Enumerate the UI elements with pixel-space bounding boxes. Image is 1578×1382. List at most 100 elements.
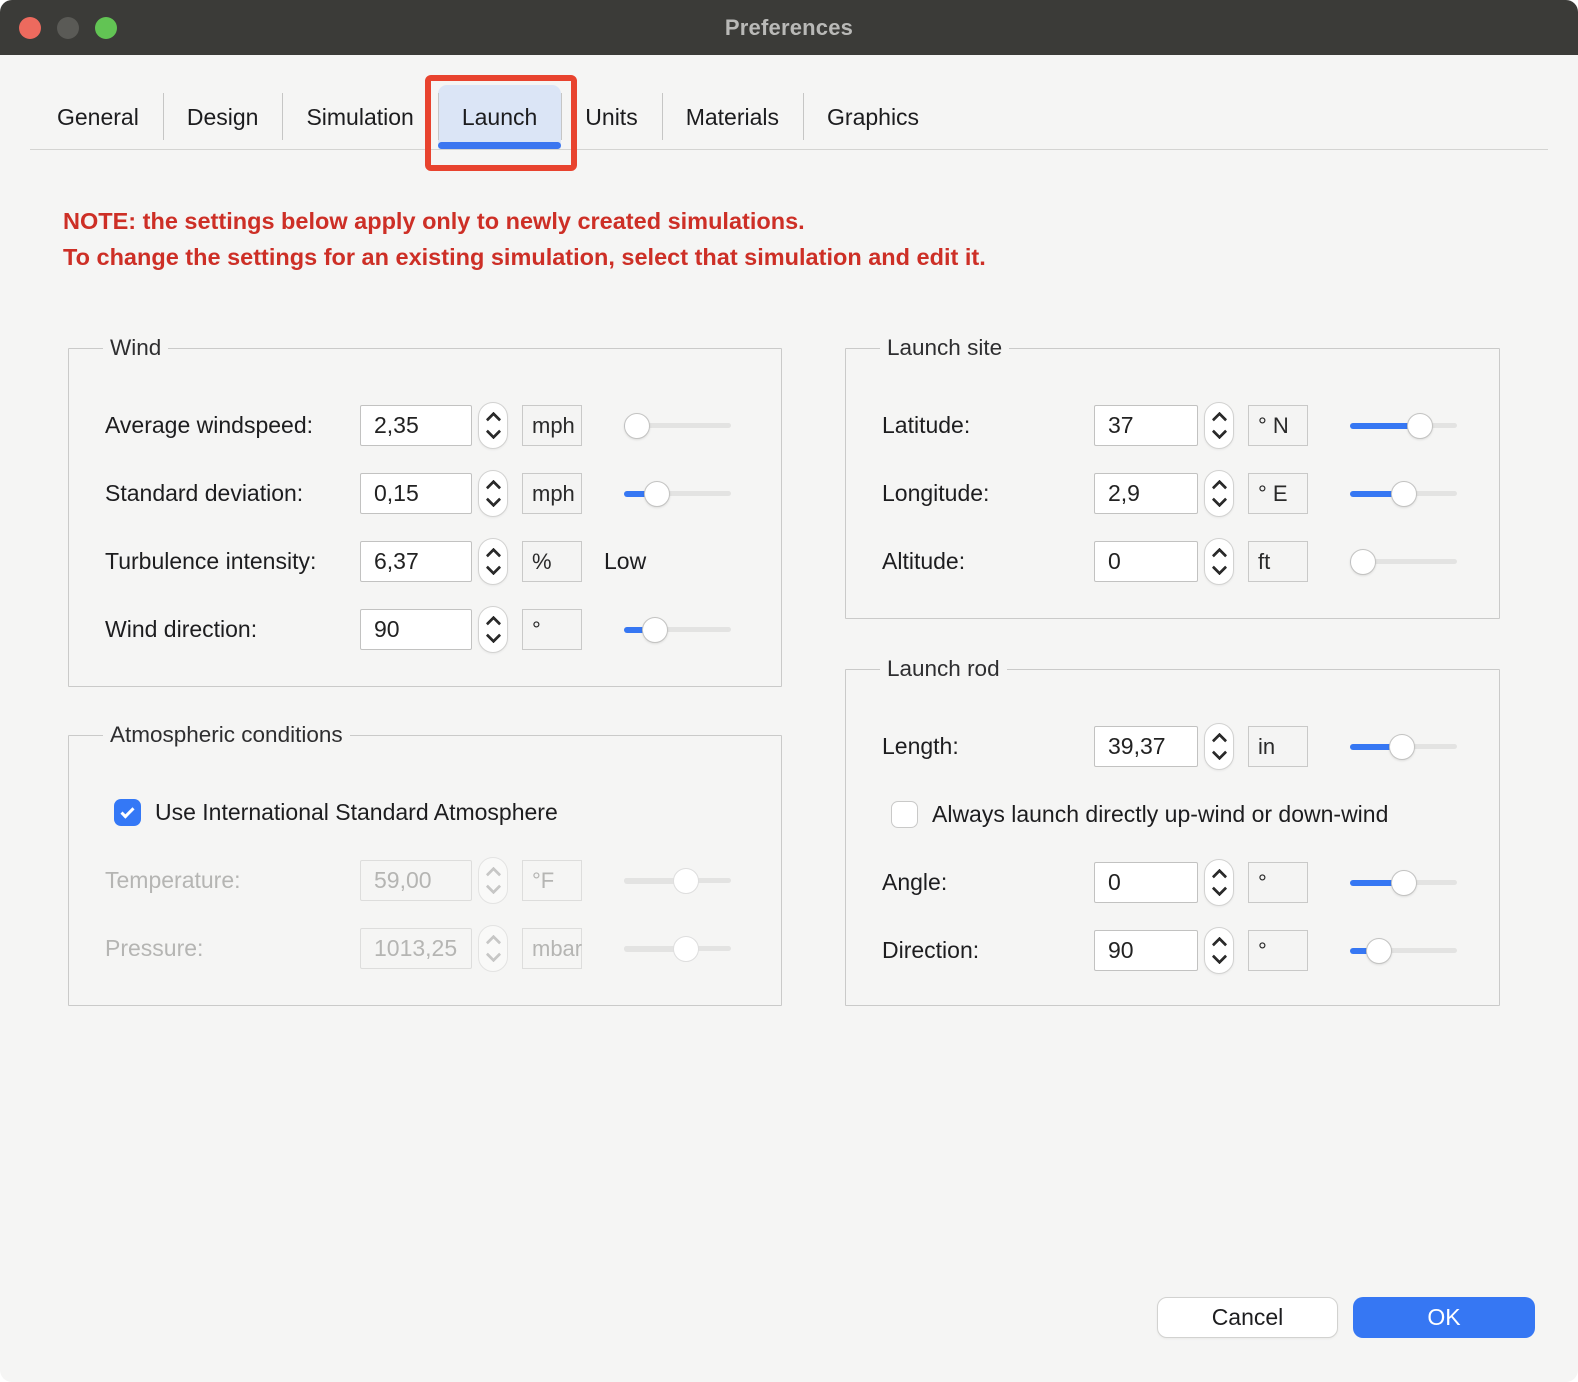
standard-deviation-stepper[interactable] xyxy=(478,470,508,517)
close-window-icon[interactable] xyxy=(19,17,41,39)
stepper-down-icon xyxy=(485,879,501,895)
slider-thumb[interactable] xyxy=(1389,734,1415,760)
average-windspeed-input[interactable] xyxy=(360,405,472,446)
rod-length-row: Length: in xyxy=(882,726,1471,767)
pressure-label: Pressure: xyxy=(105,935,360,962)
upwind-downwind-checkbox[interactable] xyxy=(891,801,918,828)
stepper-down-icon[interactable] xyxy=(1211,560,1227,576)
rod-angle-slider[interactable] xyxy=(1350,862,1457,903)
wind-direction-slider[interactable] xyxy=(624,609,731,650)
rod-length-stepper[interactable] xyxy=(1204,723,1234,770)
tab-launch[interactable]: Launch xyxy=(438,85,561,149)
stepper-down-icon[interactable] xyxy=(485,492,501,508)
window-title: Preferences xyxy=(725,15,853,41)
left-column: Wind Average windspeed: mph xyxy=(68,335,782,1006)
minimize-window-icon[interactable] xyxy=(57,17,79,39)
altitude-stepper[interactable] xyxy=(1204,538,1234,585)
stepper-down-icon[interactable] xyxy=(485,424,501,440)
rod-direction-slider[interactable] xyxy=(1350,930,1457,971)
stepper-down-icon[interactable] xyxy=(1211,949,1227,965)
rod-length-slider[interactable] xyxy=(1350,726,1457,767)
rod-angle-row: Angle: ° xyxy=(882,862,1471,903)
slider-thumb[interactable] xyxy=(1407,413,1433,439)
use-isa-checkbox[interactable] xyxy=(114,799,141,826)
rod-angle-stepper[interactable] xyxy=(1204,859,1234,906)
tab-general[interactable]: General xyxy=(33,85,163,149)
stepper-down-icon[interactable] xyxy=(1211,881,1227,897)
average-windspeed-stepper[interactable] xyxy=(478,402,508,449)
average-windspeed-unit[interactable]: mph xyxy=(522,405,582,446)
tab-graphics[interactable]: Graphics xyxy=(803,85,943,149)
slider-thumb[interactable] xyxy=(624,413,650,439)
zoom-window-icon[interactable] xyxy=(95,17,117,39)
wind-direction-unit[interactable]: ° xyxy=(522,609,582,650)
stepper-down-icon xyxy=(485,947,501,963)
stepper-down-icon[interactable] xyxy=(1211,424,1227,440)
tab-design[interactable]: Design xyxy=(163,85,283,149)
rod-direction-row: Direction: ° xyxy=(882,930,1471,971)
altitude-unit[interactable]: ft xyxy=(1248,541,1308,582)
upwind-downwind-row: Always launch directly up-wind or down-w… xyxy=(882,794,1471,835)
stepper-down-icon[interactable] xyxy=(1211,745,1227,761)
altitude-input[interactable] xyxy=(1094,541,1198,582)
dialog-footer: Cancel OK xyxy=(1157,1297,1535,1338)
turbulence-intensity-input[interactable] xyxy=(360,541,472,582)
average-windspeed-label: Average windspeed: xyxy=(105,412,360,439)
rod-length-unit[interactable]: in xyxy=(1248,726,1308,767)
settings-columns: Wind Average windspeed: mph xyxy=(0,275,1578,1006)
pressure-slider xyxy=(624,928,731,969)
slider-thumb[interactable] xyxy=(1391,481,1417,507)
cancel-button[interactable]: Cancel xyxy=(1157,1297,1338,1338)
average-windspeed-slider[interactable] xyxy=(624,405,731,446)
note-text: NOTE: the settings below apply only to n… xyxy=(63,203,1518,275)
longitude-row: Longitude: ° E xyxy=(882,473,1471,514)
longitude-slider[interactable] xyxy=(1350,473,1457,514)
wind-direction-stepper[interactable] xyxy=(478,606,508,653)
latitude-input[interactable] xyxy=(1094,405,1198,446)
latitude-unit[interactable]: ° N xyxy=(1248,405,1308,446)
slider-thumb[interactable] xyxy=(1366,938,1392,964)
slider-thumb[interactable] xyxy=(1391,870,1417,896)
standard-deviation-slider[interactable] xyxy=(624,473,731,514)
pressure-row: Pressure: mbar xyxy=(105,928,753,969)
tab-simulation[interactable]: Simulation xyxy=(282,85,437,149)
latitude-stepper[interactable] xyxy=(1204,402,1234,449)
slider-thumb[interactable] xyxy=(644,481,670,507)
rod-direction-stepper[interactable] xyxy=(1204,927,1234,974)
standard-deviation-row: Standard deviation: mph xyxy=(105,473,753,514)
standard-deviation-unit[interactable]: mph xyxy=(522,473,582,514)
launch-site-group: Launch site Latitude: ° N xyxy=(845,335,1500,619)
stepper-down-icon[interactable] xyxy=(485,628,501,644)
tab-materials[interactable]: Materials xyxy=(662,85,803,149)
turbulence-intensity-unit[interactable]: % xyxy=(522,541,582,582)
right-column: Launch site Latitude: ° N xyxy=(845,335,1500,1006)
temperature-slider xyxy=(624,860,731,901)
tab-bar-divider xyxy=(30,149,1548,150)
altitude-slider[interactable] xyxy=(1350,541,1457,582)
launch-site-group-title: Launch site xyxy=(880,335,1009,361)
rod-direction-label: Direction: xyxy=(882,937,1094,964)
tab-label: General xyxy=(57,104,139,131)
slider-thumb[interactable] xyxy=(642,617,668,643)
rod-direction-unit[interactable]: ° xyxy=(1248,930,1308,971)
stepper-down-icon[interactable] xyxy=(485,560,501,576)
ok-button[interactable]: OK xyxy=(1353,1297,1535,1338)
launch-rod-group: Launch rod Length: in xyxy=(845,656,1500,1006)
stepper-down-icon[interactable] xyxy=(1211,492,1227,508)
tab-units[interactable]: Units xyxy=(561,85,661,149)
slider-thumb[interactable] xyxy=(1350,549,1376,575)
standard-deviation-input[interactable] xyxy=(360,473,472,514)
latitude-slider[interactable] xyxy=(1350,405,1457,446)
rod-length-input[interactable] xyxy=(1094,726,1198,767)
longitude-input[interactable] xyxy=(1094,473,1198,514)
rod-angle-unit[interactable]: ° xyxy=(1248,862,1308,903)
longitude-stepper[interactable] xyxy=(1204,470,1234,517)
rod-angle-input[interactable] xyxy=(1094,862,1198,903)
rod-direction-input[interactable] xyxy=(1094,930,1198,971)
turbulence-intensity-stepper[interactable] xyxy=(478,538,508,585)
longitude-unit[interactable]: ° E xyxy=(1248,473,1308,514)
wind-direction-input[interactable] xyxy=(360,609,472,650)
traffic-lights xyxy=(19,17,117,39)
altitude-row: Altitude: ft xyxy=(882,541,1471,582)
slider-thumb xyxy=(673,868,699,894)
